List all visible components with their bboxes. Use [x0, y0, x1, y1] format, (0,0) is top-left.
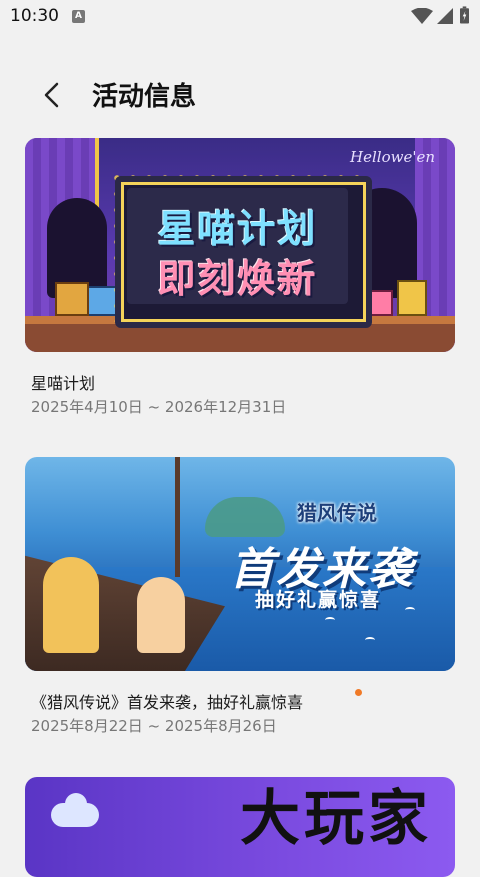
watermark: 大玩家 — [240, 784, 432, 854]
banner-subline: 抽好礼赢惊喜 — [255, 589, 382, 611]
cloud-icon — [65, 793, 87, 815]
activity-banner[interactable]: 猎风传说 首发来袭 抽好礼赢惊喜 — [25, 457, 455, 671]
app-header: 活动信息 — [0, 64, 480, 124]
activity-card[interactable]: 猎风传说 首发来袭 抽好礼赢惊喜 《猎风传说》首发来袭，抽好礼赢惊喜 2025年… — [25, 457, 455, 735]
activity-title: 星喵计划 — [31, 374, 96, 393]
status-time: 10:30 — [10, 6, 59, 26]
stage-floor — [25, 324, 455, 352]
character — [43, 557, 99, 653]
gift-box — [397, 280, 427, 316]
banner-headline: 星喵计划 — [157, 207, 318, 251]
new-badge-dot — [355, 689, 362, 696]
island — [205, 497, 285, 537]
banner-tag: Hellowe'en — [350, 148, 435, 166]
activity-banner[interactable]: 星喵计划 即刻焕新 Hellowe'en — [25, 138, 455, 352]
game-logo: 猎风传说 — [297, 501, 377, 525]
activity-date: 2025年8月22日 ~ 2025年8月26日 — [31, 717, 277, 735]
chevron-left-icon — [44, 82, 59, 108]
bird-icon — [365, 637, 375, 643]
wifi-icon — [411, 8, 433, 24]
activity-title: 《猎风传说》首发来袭，抽好礼赢惊喜 — [31, 693, 304, 712]
banner-headline-2: 即刻焕新 — [157, 257, 318, 301]
gift-box — [55, 282, 89, 316]
battery-icon — [460, 6, 469, 24]
bird-icon — [405, 607, 415, 613]
activity-card[interactable]: 星喵计划 即刻焕新 Hellowe'en 星喵计划 2025年4月10日 ~ 2… — [25, 138, 455, 416]
signal-icon — [437, 8, 453, 24]
ship-mast — [175, 457, 180, 577]
back-button[interactable] — [36, 78, 70, 112]
status-bar: 10:30 A — [0, 0, 480, 34]
character — [137, 577, 185, 653]
bird-icon — [325, 617, 335, 623]
activity-date: 2025年4月10日 ~ 2026年12月31日 — [31, 398, 287, 416]
notification-icon: A — [72, 10, 85, 23]
marquee-inner: 星喵计划 即刻焕新 — [127, 188, 348, 304]
page-title: 活动信息 — [92, 82, 197, 112]
